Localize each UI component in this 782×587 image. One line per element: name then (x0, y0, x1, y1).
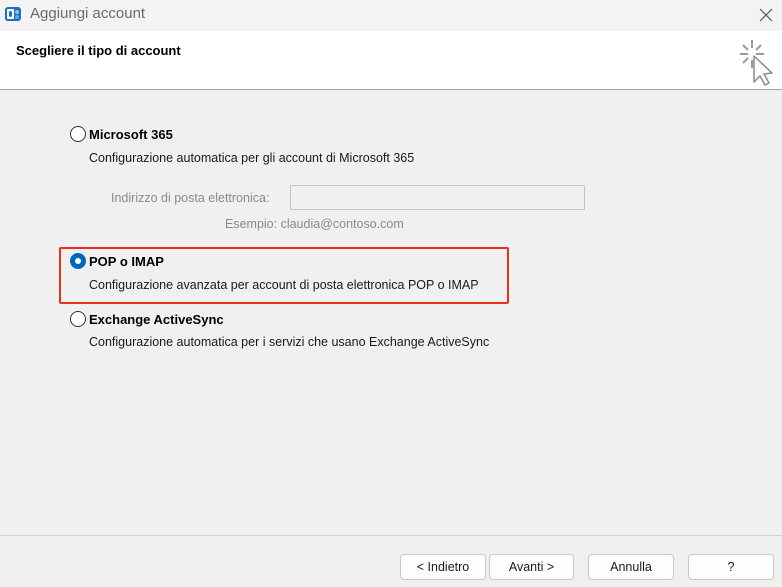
exchange-description: Configurazione automatica per i servizi … (89, 335, 490, 349)
email-example: Esempio: claudia@contoso.com (225, 217, 404, 231)
cancel-button[interactable]: Annulla (588, 554, 674, 580)
pop-imap-radio[interactable] (70, 253, 86, 269)
close-icon (759, 8, 773, 22)
wizard-footer: < Indietro Avanti > Annulla ? (0, 535, 782, 587)
exchange-radio[interactable] (70, 311, 86, 327)
back-button[interactable]: < Indietro (400, 554, 486, 580)
outlook-app-icon (4, 5, 22, 23)
account-type-options: Microsoft 365 Configurazione automatica … (0, 91, 782, 535)
cursor-sparkle-icon (738, 38, 776, 86)
email-label: Indirizzo di posta elettronica: (111, 191, 270, 205)
pop-imap-label[interactable]: POP o IMAP (89, 254, 164, 269)
exchange-label[interactable]: Exchange ActiveSync (89, 312, 224, 327)
email-field[interactable] (290, 185, 585, 210)
microsoft365-label[interactable]: Microsoft 365 (89, 127, 173, 142)
help-button[interactable]: ? (688, 554, 774, 580)
close-button[interactable] (752, 2, 780, 28)
microsoft365-radio[interactable] (70, 126, 86, 142)
wizard-header: Scegliere il tipo di account (0, 31, 782, 90)
pop-imap-description: Configurazione avanzata per account di p… (89, 278, 479, 292)
microsoft365-description: Configurazione automatica per gli accoun… (89, 151, 415, 165)
page-title: Scegliere il tipo di account (16, 43, 181, 58)
window-title: Aggiungi account (30, 5, 146, 22)
title-bar: Aggiungi account (0, 0, 782, 31)
next-button[interactable]: Avanti > (489, 554, 574, 580)
